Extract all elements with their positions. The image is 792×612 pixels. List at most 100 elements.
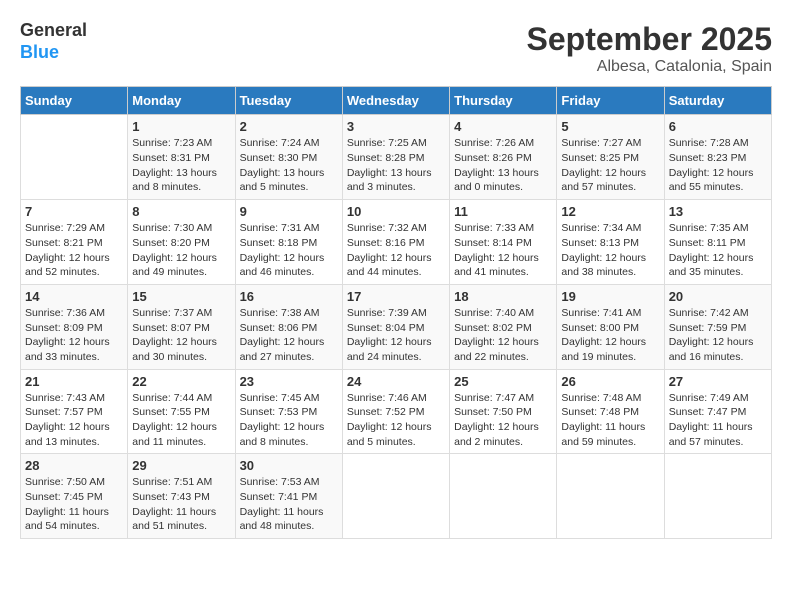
day-number: 14 <box>25 289 123 304</box>
week-row-5: 28 Sunrise: 7:50 AMSunset: 7:45 PMDayligh… <box>21 454 772 539</box>
day-number: 13 <box>669 204 767 219</box>
column-header-tuesday: Tuesday <box>235 87 342 115</box>
day-number: 20 <box>669 289 767 304</box>
calendar-table: SundayMondayTuesdayWednesdayThursdayFrid… <box>20 86 772 539</box>
calendar-cell: 8 Sunrise: 7:30 AMSunset: 8:20 PMDaylight… <box>128 200 235 285</box>
day-info: Sunrise: 7:34 AMSunset: 8:13 PMDaylight:… <box>561 221 659 280</box>
calendar-cell: 4Sunrise: 7:26 AMSunset: 8:26 PMDaylight… <box>450 115 557 200</box>
calendar-cell: 2 Sunrise: 7:24 AMSunset: 8:30 PMDaylight… <box>235 115 342 200</box>
calendar-cell: 9 Sunrise: 7:31 AMSunset: 8:18 PMDaylight… <box>235 200 342 285</box>
day-number: 2 <box>240 119 338 134</box>
day-number: 15 <box>132 289 230 304</box>
calendar-cell: 19Sunrise: 7:41 AMSunset: 8:00 PMDayligh… <box>557 284 664 369</box>
column-header-thursday: Thursday <box>450 87 557 115</box>
day-number: 29 <box>132 458 230 473</box>
day-number: 21 <box>25 374 123 389</box>
calendar-cell: 26 Sunrise: 7:48 AMSunset: 7:48 PMDayligh… <box>557 369 664 454</box>
column-header-friday: Friday <box>557 87 664 115</box>
day-info: Sunrise: 7:36 AMSunset: 8:09 PMDaylight:… <box>25 306 123 365</box>
day-number: 19 <box>561 289 659 304</box>
day-info: Sunrise: 7:28 AMSunset: 8:23 PMDaylight:… <box>669 136 767 195</box>
day-info: Sunrise: 7:53 AMSunset: 7:41 PMDaylight:… <box>240 475 338 534</box>
calendar-cell: 17 Sunrise: 7:39 AMSunset: 8:04 PMDayligh… <box>342 284 449 369</box>
logo-general-text: General <box>20 20 87 42</box>
calendar-cell: 14 Sunrise: 7:36 AMSunset: 8:09 PMDayligh… <box>21 284 128 369</box>
day-info: Sunrise: 7:45 AMSunset: 7:53 PMDaylight:… <box>240 391 338 450</box>
calendar-cell <box>21 115 128 200</box>
day-info: Sunrise: 7:40 AMSunset: 8:02 PMDaylight:… <box>454 306 552 365</box>
calendar-cell: 6 Sunrise: 7:28 AMSunset: 8:23 PMDaylight… <box>664 115 771 200</box>
calendar-cell: 16Sunrise: 7:38 AMSunset: 8:06 PMDayligh… <box>235 284 342 369</box>
day-number: 24 <box>347 374 445 389</box>
day-info: Sunrise: 7:46 AMSunset: 7:52 PMDaylight:… <box>347 391 445 450</box>
calendar-cell <box>557 454 664 539</box>
day-number: 12 <box>561 204 659 219</box>
day-number: 10 <box>347 204 445 219</box>
column-header-wednesday: Wednesday <box>342 87 449 115</box>
column-header-sunday: Sunday <box>21 87 128 115</box>
calendar-cell: 15 Sunrise: 7:37 AMSunset: 8:07 PMDayligh… <box>128 284 235 369</box>
day-number: 17 <box>347 289 445 304</box>
logo-blue-text: Blue <box>20 42 59 64</box>
day-number: 26 <box>561 374 659 389</box>
column-header-saturday: Saturday <box>664 87 771 115</box>
calendar-cell: 7Sunrise: 7:29 AMSunset: 8:21 PMDaylight… <box>21 200 128 285</box>
day-number: 25 <box>454 374 552 389</box>
day-number: 22 <box>132 374 230 389</box>
day-info: Sunrise: 7:23 AMSunset: 8:31 PMDaylight:… <box>132 136 230 195</box>
column-header-monday: Monday <box>128 87 235 115</box>
calendar-cell: 12 Sunrise: 7:34 AMSunset: 8:13 PMDayligh… <box>557 200 664 285</box>
logo: General Blue <box>20 20 87 63</box>
day-info: Sunrise: 7:30 AMSunset: 8:20 PMDaylight:… <box>132 221 230 280</box>
day-info: Sunrise: 7:50 AMSunset: 7:45 PMDaylight:… <box>25 475 123 534</box>
day-number: 1 <box>132 119 230 134</box>
calendar-cell: 11Sunrise: 7:33 AMSunset: 8:14 PMDayligh… <box>450 200 557 285</box>
calendar-cell <box>342 454 449 539</box>
day-number: 5 <box>561 119 659 134</box>
week-row-2: 7Sunrise: 7:29 AMSunset: 8:21 PMDaylight… <box>21 200 772 285</box>
day-info: Sunrise: 7:35 AMSunset: 8:11 PMDaylight:… <box>669 221 767 280</box>
calendar-cell: 1 Sunrise: 7:23 AMSunset: 8:31 PMDaylight… <box>128 115 235 200</box>
day-number: 11 <box>454 204 552 219</box>
day-number: 18 <box>454 289 552 304</box>
day-number: 23 <box>240 374 338 389</box>
day-info: Sunrise: 7:24 AMSunset: 8:30 PMDaylight:… <box>240 136 338 195</box>
day-number: 9 <box>240 204 338 219</box>
day-info: Sunrise: 7:37 AMSunset: 8:07 PMDaylight:… <box>132 306 230 365</box>
day-info: Sunrise: 7:31 AMSunset: 8:18 PMDaylight:… <box>240 221 338 280</box>
title-block: September 2025 Albesa, Catalonia, Spain <box>527 20 772 76</box>
calendar-cell: 5 Sunrise: 7:27 AMSunset: 8:25 PMDaylight… <box>557 115 664 200</box>
day-info: Sunrise: 7:51 AMSunset: 7:43 PMDaylight:… <box>132 475 230 534</box>
day-info: Sunrise: 7:32 AMSunset: 8:16 PMDaylight:… <box>347 221 445 280</box>
day-info: Sunrise: 7:48 AMSunset: 7:48 PMDaylight:… <box>561 391 659 450</box>
day-number: 27 <box>669 374 767 389</box>
day-number: 8 <box>132 204 230 219</box>
day-info: Sunrise: 7:39 AMSunset: 8:04 PMDaylight:… <box>347 306 445 365</box>
calendar-cell: 25 Sunrise: 7:47 AMSunset: 7:50 PMDayligh… <box>450 369 557 454</box>
day-info: Sunrise: 7:25 AMSunset: 8:28 PMDaylight:… <box>347 136 445 195</box>
calendar-cell: 3 Sunrise: 7:25 AMSunset: 8:28 PMDaylight… <box>342 115 449 200</box>
page-title: September 2025 <box>527 20 772 58</box>
day-info: Sunrise: 7:38 AMSunset: 8:06 PMDaylight:… <box>240 306 338 365</box>
day-info: Sunrise: 7:42 AMSunset: 7:59 PMDaylight:… <box>669 306 767 365</box>
day-info: Sunrise: 7:27 AMSunset: 8:25 PMDaylight:… <box>561 136 659 195</box>
calendar-cell: 10 Sunrise: 7:32 AMSunset: 8:16 PMDayligh… <box>342 200 449 285</box>
calendar-cell: 29 Sunrise: 7:51 AMSunset: 7:43 PMDayligh… <box>128 454 235 539</box>
day-number: 30 <box>240 458 338 473</box>
day-number: 3 <box>347 119 445 134</box>
day-info: Sunrise: 7:26 AMSunset: 8:26 PMDaylight:… <box>454 136 552 195</box>
calendar-cell <box>450 454 557 539</box>
calendar-cell: 20 Sunrise: 7:42 AMSunset: 7:59 PMDayligh… <box>664 284 771 369</box>
week-row-4: 21 Sunrise: 7:43 AMSunset: 7:57 PMDayligh… <box>21 369 772 454</box>
week-row-3: 14 Sunrise: 7:36 AMSunset: 8:09 PMDayligh… <box>21 284 772 369</box>
calendar-cell: 18 Sunrise: 7:40 AMSunset: 8:02 PMDayligh… <box>450 284 557 369</box>
day-info: Sunrise: 7:49 AMSunset: 7:47 PMDaylight:… <box>669 391 767 450</box>
calendar-cell: 27 Sunrise: 7:49 AMSunset: 7:47 PMDayligh… <box>664 369 771 454</box>
day-number: 7 <box>25 204 123 219</box>
day-info: Sunrise: 7:43 AMSunset: 7:57 PMDaylight:… <box>25 391 123 450</box>
page-header: General Blue September 2025 Albesa, Cata… <box>20 20 772 76</box>
day-number: 6 <box>669 119 767 134</box>
page-subtitle: Albesa, Catalonia, Spain <box>527 58 772 76</box>
day-number: 28 <box>25 458 123 473</box>
day-info: Sunrise: 7:47 AMSunset: 7:50 PMDaylight:… <box>454 391 552 450</box>
